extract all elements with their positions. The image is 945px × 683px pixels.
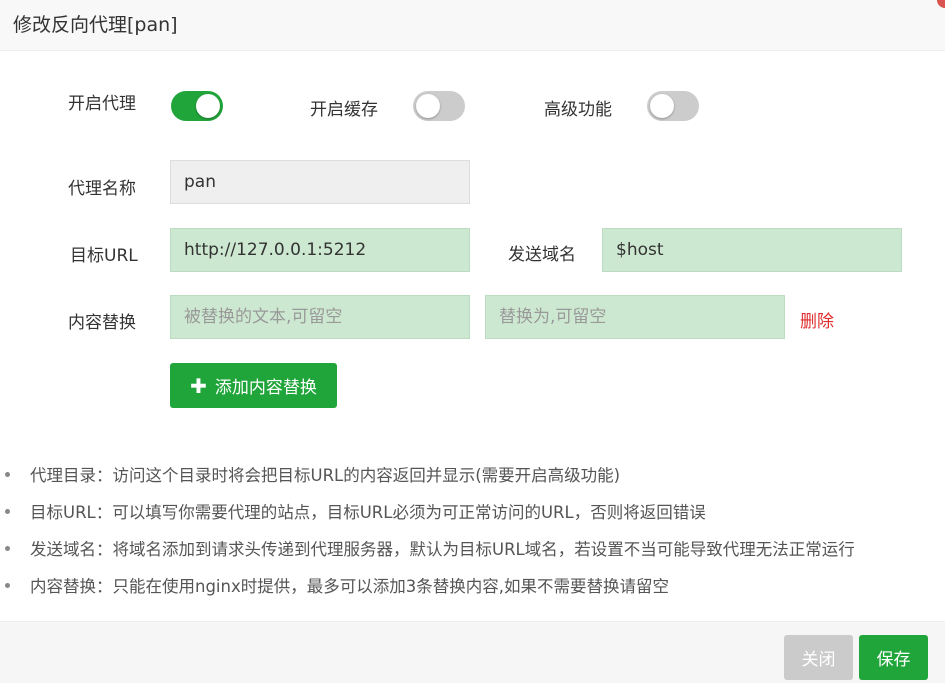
bullet-icon	[5, 583, 10, 588]
toggle-knob	[196, 94, 220, 118]
proxy-enable-toggle[interactable]	[171, 91, 223, 121]
close-corner-icon[interactable]	[937, 0, 945, 8]
bullet-icon	[5, 546, 10, 551]
proxy-name-input[interactable]	[170, 160, 470, 204]
note-text: 发送域名：将域名添加到请求头传递到代理服务器，默认为目标URL域名，若设置不当可…	[30, 540, 855, 559]
plus-icon: ✚	[190, 373, 207, 398]
toggle-label-cache: 开启缓存	[310, 100, 378, 120]
delete-replace-link[interactable]: 删除	[800, 307, 834, 332]
add-replace-label: 添加内容替换	[214, 378, 317, 398]
replace-label: 内容替换	[68, 313, 136, 333]
add-replace-button[interactable]: ✚ 添加内容替换	[170, 363, 337, 408]
cache-enable-toggle[interactable]	[413, 91, 465, 121]
save-button[interactable]: 保存	[859, 635, 928, 680]
toggle-label-proxy: 开启代理	[68, 94, 136, 114]
note-item: 代理目录：访问这个目录时将会把目标URL的内容返回并显示(需要开启高级功能)	[5, 462, 940, 499]
proxy-name-label: 代理名称	[68, 179, 136, 199]
target-url-label: 目标URL	[70, 246, 138, 266]
note-item: 目标URL：可以填写你需要代理的站点，目标URL必须为可正常访问的URL，否则将…	[5, 499, 940, 536]
help-notes: 代理目录：访问这个目录时将会把目标URL的内容返回并显示(需要开启高级功能) 目…	[5, 462, 940, 610]
note-text: 目标URL：可以填写你需要代理的站点，目标URL必须为可正常访问的URL，否则将…	[30, 503, 706, 522]
note-item: 发送域名：将域名添加到请求头传递到代理服务器，默认为目标URL域名，若设置不当可…	[5, 536, 940, 573]
advanced-enable-toggle[interactable]	[647, 91, 699, 121]
close-button[interactable]: 关闭	[784, 635, 853, 680]
send-domain-input[interactable]	[602, 228, 902, 272]
dialog-header: 修改反向代理[pan]	[0, 0, 945, 51]
dialog-footer: 关闭 保存	[0, 621, 945, 683]
note-text: 代理目录：访问这个目录时将会把目标URL的内容返回并显示(需要开启高级功能)	[30, 466, 621, 485]
replace-to-input[interactable]	[485, 295, 785, 339]
bullet-icon	[5, 472, 10, 477]
target-url-input[interactable]	[170, 228, 470, 272]
toggle-knob	[416, 94, 440, 118]
replace-from-input[interactable]	[170, 295, 470, 339]
note-item: 内容替换：只能在使用nginx时提供，最多可以添加3条替换内容,如果不需要替换请…	[5, 573, 940, 610]
toggle-label-advanced: 高级功能	[544, 100, 612, 120]
dialog-title: 修改反向代理[pan]	[13, 14, 178, 36]
toggle-knob	[650, 94, 674, 118]
note-text: 内容替换：只能在使用nginx时提供，最多可以添加3条替换内容,如果不需要替换请…	[30, 577, 669, 596]
send-domain-label: 发送域名	[508, 245, 576, 265]
bullet-icon	[5, 509, 10, 514]
